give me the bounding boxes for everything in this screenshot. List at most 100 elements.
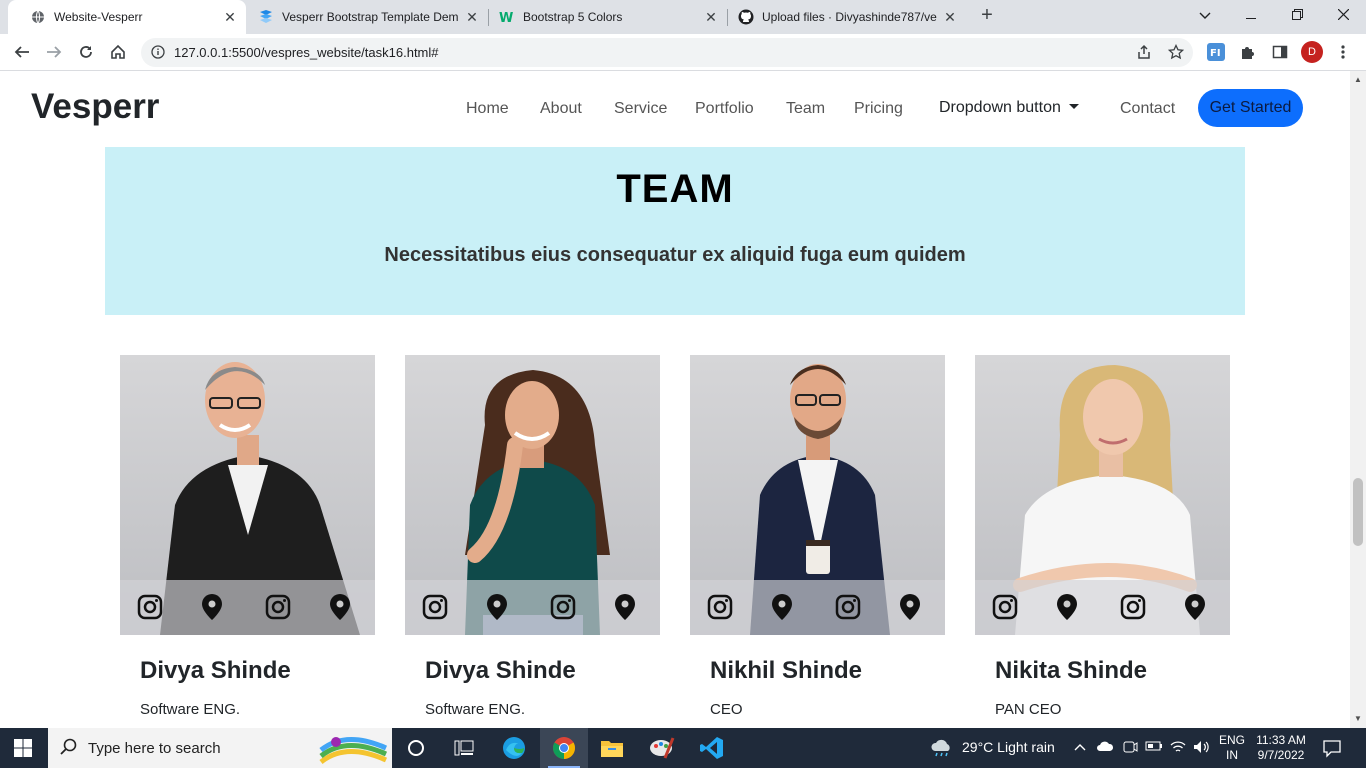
battery-icon[interactable]: [1145, 740, 1163, 755]
chrome-browser-icon[interactable]: [540, 728, 588, 768]
rain-cloud-icon[interactable]: [930, 739, 954, 757]
tab-search-icon[interactable]: [1182, 0, 1228, 32]
instagram-icon[interactable]: [550, 593, 576, 621]
nav-home[interactable]: Home: [466, 100, 509, 118]
nav-contact[interactable]: Contact: [1120, 100, 1175, 118]
page-scrollbar[interactable]: ▲ ▼: [1350, 71, 1366, 728]
tab-title: Website-Vesperr: [54, 10, 143, 24]
close-tab-icon[interactable]: ✕: [464, 9, 480, 25]
w3schools-icon: W: [499, 9, 515, 25]
instagram-icon[interactable]: [835, 593, 861, 621]
close-tab-icon[interactable]: ✕: [222, 9, 238, 25]
input-language-indicator[interactable]: ENG IN: [1219, 733, 1245, 763]
side-panel-icon[interactable]: [1269, 41, 1291, 63]
globe-icon: [30, 9, 46, 25]
instagram-icon[interactable]: [422, 593, 448, 621]
caret-down-icon: [1068, 104, 1079, 109]
map-pin-icon[interactable]: [1182, 593, 1208, 621]
vscode-icon[interactable]: [688, 728, 736, 768]
instagram-icon[interactable]: [707, 593, 733, 621]
new-tab-button[interactable]: +: [976, 5, 998, 27]
bookmark-star-icon[interactable]: [1165, 41, 1187, 63]
home-icon[interactable]: [107, 41, 129, 63]
scroll-up-arrow-icon[interactable]: ▲: [1354, 75, 1362, 84]
scroll-down-arrow-icon[interactable]: ▼: [1354, 714, 1362, 723]
tab-github-upload[interactable]: Upload files · Divyashinde787/ve ✕: [728, 0, 966, 34]
section-title: TEAM: [616, 167, 734, 211]
tab-website-vesperr[interactable]: Website-Vesperr ✕: [8, 0, 246, 34]
forward-arrow-icon[interactable]: [43, 41, 65, 63]
tab-title: Upload files · Divyashinde787/ve: [762, 10, 937, 24]
team-member-role: PAN CEO: [995, 701, 1062, 718]
nav-dropdown-button[interactable]: Dropdown button: [939, 99, 1079, 117]
get-started-button[interactable]: Get Started: [1198, 89, 1303, 127]
chevron-up-icon[interactable]: [1074, 740, 1086, 754]
profile-avatar[interactable]: D: [1301, 41, 1323, 63]
search-icon: [60, 738, 77, 755]
extensions-puzzle-icon[interactable]: [1237, 41, 1259, 63]
team-member-role: Software ENG.: [140, 701, 241, 718]
browser-toolbar: 127.0.0.1:5500/vespres_website/task16.ht…: [0, 34, 1366, 71]
map-pin-icon[interactable]: [1054, 593, 1080, 621]
nav-about[interactable]: About: [540, 100, 582, 118]
edge-browser-icon[interactable]: [490, 728, 538, 768]
onedrive-cloud-icon[interactable]: [1096, 740, 1114, 755]
wifi-icon[interactable]: [1170, 740, 1186, 757]
nav-team[interactable]: Team: [786, 100, 825, 118]
back-arrow-icon[interactable]: [11, 41, 33, 63]
volume-icon[interactable]: [1193, 740, 1211, 757]
nav-portfolio[interactable]: Portfolio: [695, 100, 754, 118]
close-tab-icon[interactable]: ✕: [703, 9, 719, 25]
extension-fi-icon[interactable]: FI: [1205, 41, 1227, 63]
instagram-icon[interactable]: [1120, 593, 1146, 621]
minimize-button[interactable]: [1228, 0, 1274, 32]
restore-button[interactable]: [1274, 0, 1320, 32]
weather-text[interactable]: 29°C Light rain: [962, 739, 1055, 755]
team-card: Nikita Shinde PAN CEO: [975, 355, 1230, 718]
social-links-bar: [975, 580, 1230, 635]
region-code: IN: [1226, 748, 1238, 762]
scrollbar-thumb[interactable]: [1353, 478, 1363, 546]
nav-service[interactable]: Service: [614, 100, 667, 118]
reload-icon[interactable]: [75, 41, 97, 63]
clock-date: 9/7/2022: [1257, 748, 1305, 762]
team-member-photo: [120, 355, 375, 635]
bootstrapmade-icon: [258, 9, 274, 25]
team-hero-section: TEAM Necessitatibus eius consequatur ex …: [105, 147, 1245, 315]
tab-vesperr-template[interactable]: Vesperr Bootstrap Template Dem ✕: [248, 0, 488, 34]
team-member-name: Divya Shinde: [140, 657, 291, 684]
map-pin-icon[interactable]: [327, 593, 353, 621]
social-links-bar: [120, 580, 375, 635]
notification-center-icon[interactable]: [1322, 738, 1342, 758]
map-pin-icon[interactable]: [897, 593, 923, 621]
site-logo[interactable]: Vesperr: [31, 87, 159, 127]
share-icon[interactable]: [1133, 41, 1155, 63]
team-member-role: Software ENG.: [425, 701, 526, 718]
paint-app-icon[interactable]: [638, 728, 686, 768]
map-pin-icon[interactable]: [612, 593, 638, 621]
task-view-icon[interactable]: [440, 728, 488, 768]
map-pin-icon[interactable]: [199, 593, 225, 621]
nav-pricing[interactable]: Pricing: [854, 100, 903, 118]
page-viewport: Vesperr Home About Service Portfolio Tea…: [0, 71, 1350, 728]
instagram-icon[interactable]: [137, 593, 163, 621]
site-info-icon[interactable]: [151, 45, 165, 64]
browser-menu-icon[interactable]: [1335, 41, 1351, 63]
tab-bootstrap-colors[interactable]: W Bootstrap 5 Colors ✕: [489, 0, 727, 34]
close-window-button[interactable]: [1320, 0, 1366, 32]
meet-now-icon[interactable]: [1122, 740, 1138, 757]
windows-start-icon[interactable]: [14, 739, 32, 757]
instagram-icon[interactable]: [265, 593, 291, 621]
taskbar-search-box[interactable]: Type here to search: [48, 728, 392, 768]
cortana-icon[interactable]: [392, 728, 440, 768]
address-bar[interactable]: 127.0.0.1:5500/vespres_website/task16.ht…: [141, 38, 1193, 67]
map-pin-icon[interactable]: [484, 593, 510, 621]
close-tab-icon[interactable]: ✕: [942, 9, 958, 25]
map-pin-icon[interactable]: [769, 593, 795, 621]
team-member-name: Nikita Shinde: [995, 657, 1148, 684]
file-explorer-icon[interactable]: [588, 728, 636, 768]
team-card: Divya Shinde Software ENG.: [405, 355, 660, 718]
system-clock[interactable]: 11:33 AM 9/7/2022: [1250, 733, 1312, 763]
instagram-icon[interactable]: [992, 593, 1018, 621]
github-icon: [738, 9, 754, 25]
